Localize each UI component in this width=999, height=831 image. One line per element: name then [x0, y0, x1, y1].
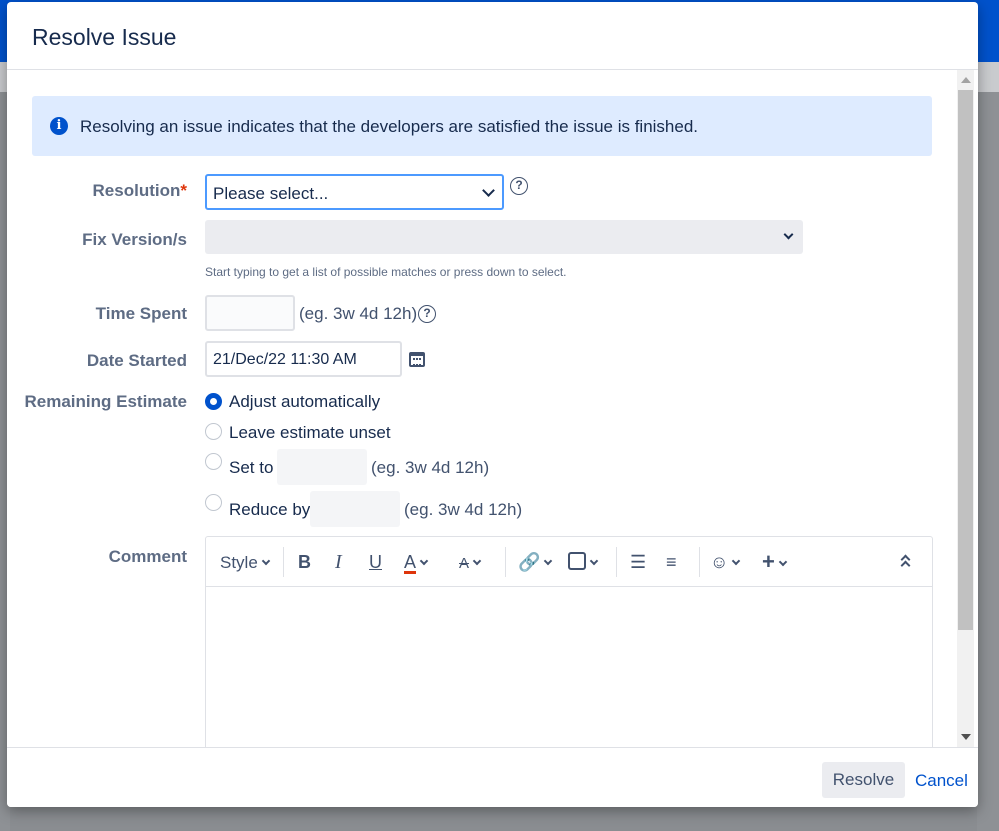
resolution-label: Resolution*	[92, 181, 187, 200]
toolbar-divider	[505, 547, 506, 577]
info-text: Resolving an issue indicates that the de…	[80, 117, 699, 136]
set-to-input[interactable]	[277, 449, 367, 485]
remaining-estimate-label: Remaining Estimate	[24, 392, 188, 411]
editor-toolbar: Style B I U A A 🔗 ☰ ≡ ☺ +	[206, 537, 932, 587]
scroll-up-arrow-icon[interactable]	[961, 77, 971, 83]
time-spent-input[interactable]	[205, 295, 295, 331]
text-color-button[interactable]: A	[404, 550, 429, 574]
dialog-footer: Resolve Cancel	[7, 747, 978, 807]
chevron-double-up-icon-2	[900, 560, 911, 571]
fix-versions-hint: Start typing to get a list of possible m…	[205, 265, 567, 279]
radio-label-adjust-automatically: Adjust automatically	[229, 392, 381, 411]
cancel-link[interactable]: Cancel	[915, 771, 968, 791]
info-banner: i Resolving an issue indicates that the …	[32, 96, 932, 156]
more-formatting-button[interactable]: A	[459, 550, 482, 574]
calendar-icon[interactable]	[409, 352, 425, 367]
date-started-input[interactable]: 21/Dec/22 11:30 AM	[205, 341, 402, 377]
radio-reduce-by[interactable]	[205, 494, 222, 511]
chevron-down-icon	[778, 557, 788, 567]
chevron-down-icon	[783, 229, 794, 240]
resolution-select-value: Please select...	[213, 184, 329, 203]
required-mark: *	[180, 181, 187, 200]
chevron-down-icon	[472, 556, 482, 566]
text-color-icon: A	[404, 552, 417, 574]
radio-label-leave-estimate-unset: Leave estimate unset	[229, 423, 391, 442]
more-formatting-icon: A	[459, 555, 470, 572]
radio-label-reduce-by: Reduce by	[229, 500, 311, 519]
chevron-down-icon	[732, 556, 741, 566]
fix-versions-label: Fix Version/s	[82, 230, 187, 249]
resolve-button[interactable]: Resolve	[822, 762, 905, 798]
resolve-issue-dialog: Resolve Issue i Resolving an issue indic…	[7, 2, 978, 807]
bold-button[interactable]: B	[298, 550, 311, 574]
attachment-button[interactable]	[568, 550, 599, 574]
scroll-down-arrow-icon[interactable]	[961, 734, 971, 740]
numbered-list-button[interactable]: ≡	[666, 550, 677, 574]
plus-icon: +	[762, 549, 775, 574]
radio-adjust-automatically[interactable]	[205, 393, 222, 410]
chevron-down-icon	[482, 184, 495, 197]
bullet-list-button[interactable]: ☰	[630, 550, 646, 574]
chevron-down-icon	[544, 556, 553, 566]
background-right	[977, 92, 999, 831]
italic-button[interactable]: I	[335, 550, 342, 574]
style-dropdown[interactable]: Style	[220, 550, 271, 574]
date-started-value: 21/Dec/22 11:30 AM	[213, 351, 357, 368]
date-started-label: Date Started	[86, 351, 187, 370]
radio-label-set-to: Set to	[229, 458, 274, 477]
insert-button[interactable]: +	[762, 549, 788, 574]
time-spent-label: Time Spent	[95, 304, 187, 323]
info-icon: i	[50, 117, 68, 135]
chevron-down-icon	[589, 556, 599, 566]
radio-set-to[interactable]	[205, 453, 222, 470]
attachment-icon	[568, 552, 586, 570]
resolution-select[interactable]: Please select...	[205, 174, 504, 210]
dialog-body: i Resolving an issue indicates that the …	[7, 70, 978, 747]
chevron-down-icon	[419, 556, 429, 566]
comment-editor: Style B I U A A 🔗 ☰ ≡ ☺ +	[205, 536, 933, 747]
help-icon[interactable]: ?	[510, 177, 528, 195]
time-spent-example: (eg. 3w 4d 12h)	[299, 304, 418, 323]
chevron-down-icon	[261, 556, 271, 566]
toolbar-divider	[616, 547, 617, 577]
toolbar-divider	[699, 547, 700, 577]
dialog-title: Resolve Issue	[32, 24, 177, 50]
radio-leave-estimate-unset[interactable]	[205, 423, 222, 440]
fix-versions-select[interactable]	[205, 220, 803, 254]
dialog-header: Resolve Issue	[7, 2, 978, 70]
dialog-scrollbar[interactable]	[957, 70, 974, 747]
link-button[interactable]: 🔗	[518, 550, 553, 574]
toolbar-divider	[283, 547, 284, 577]
style-dropdown-label: Style	[220, 553, 258, 572]
reduce-by-example: (eg. 3w 4d 12h)	[404, 500, 523, 519]
underline-button[interactable]: U	[369, 550, 382, 574]
comment-label: Comment	[108, 547, 187, 566]
set-to-example: (eg. 3w 4d 12h)	[371, 458, 490, 477]
bullet-list-icon: ☰	[630, 552, 647, 572]
comment-textarea[interactable]	[206, 588, 932, 747]
scroll-thumb[interactable]	[958, 90, 973, 630]
emoji-button[interactable]: ☺	[710, 550, 741, 574]
help-icon[interactable]: ?	[418, 305, 436, 323]
reduce-by-input[interactable]	[310, 491, 400, 527]
numbered-list-icon: ≡	[666, 552, 677, 572]
emoji-icon: ☺	[710, 552, 729, 572]
link-icon: 🔗	[518, 552, 541, 572]
